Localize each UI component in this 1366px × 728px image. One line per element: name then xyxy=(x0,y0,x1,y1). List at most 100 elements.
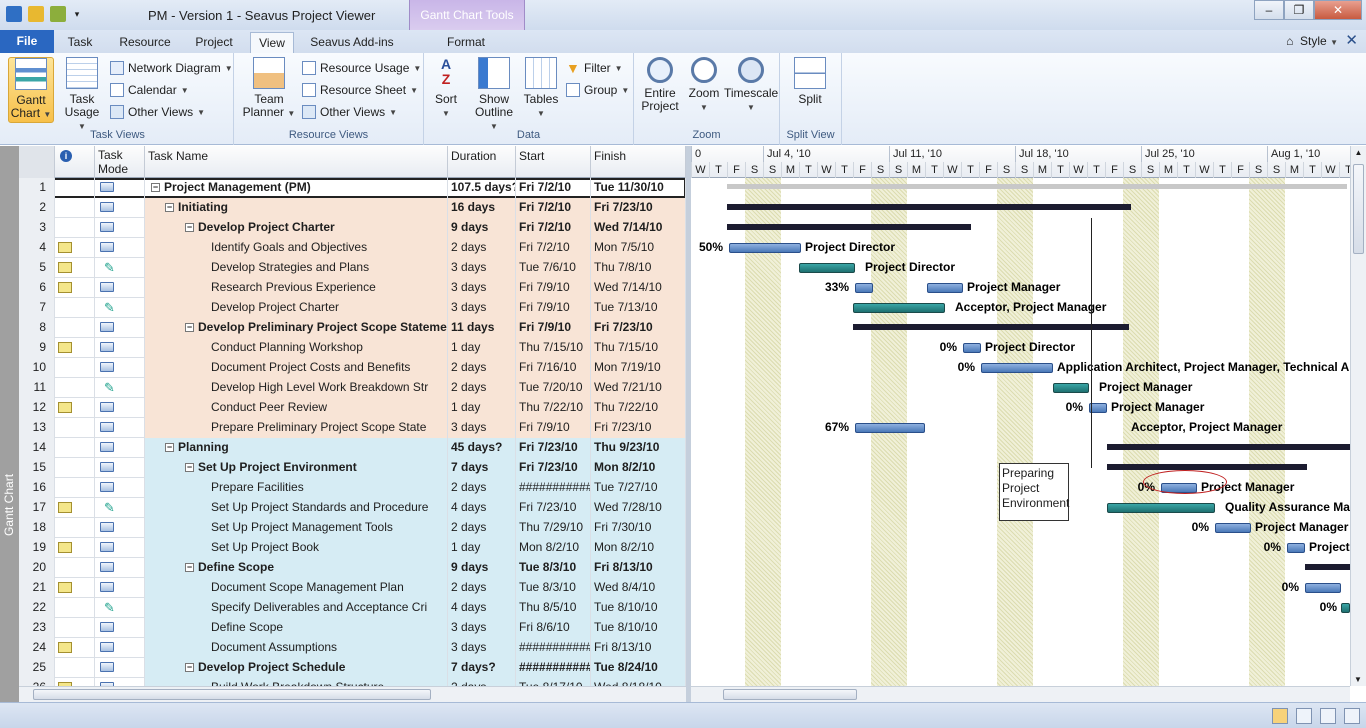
finish-cell[interactable]: Thu 7/8/10 xyxy=(591,258,686,278)
row-id[interactable]: 26 xyxy=(19,678,55,686)
task-mode-cell[interactable] xyxy=(95,458,145,478)
task-name-cell[interactable]: Document Scope Management Plan xyxy=(145,578,448,598)
duration-cell[interactable]: 4 days xyxy=(448,598,516,618)
finish-cell[interactable]: Wed 7/14/10 xyxy=(591,218,686,238)
note-icon[interactable] xyxy=(58,642,72,653)
collapse-toggle-icon[interactable]: − xyxy=(185,563,194,573)
task-usage-shortcut-icon[interactable] xyxy=(1296,708,1312,724)
summary-bar[interactable] xyxy=(1107,444,1350,450)
timescale-button[interactable]: Timescale ▼ xyxy=(724,57,778,114)
row-id[interactable]: 19 xyxy=(19,538,55,558)
gantt-scroll-thumb[interactable] xyxy=(723,689,857,700)
critical-task-bar[interactable] xyxy=(1053,383,1089,393)
task-name-cell[interactable]: − Planning xyxy=(145,438,448,458)
start-cell[interactable]: Thu 7/29/10 xyxy=(516,518,591,538)
timescale-day[interactable]: S xyxy=(1249,162,1267,178)
task-name-cell[interactable]: Identify Goals and Objectives xyxy=(145,238,448,258)
group-button[interactable]: Group ▼ xyxy=(566,81,629,99)
duration-cell[interactable]: 2 days xyxy=(448,478,516,498)
duration-cell[interactable]: 45 days? xyxy=(448,438,516,458)
task-name-cell[interactable]: − Develop Project Charter xyxy=(145,218,448,238)
timescale-day[interactable]: S xyxy=(1267,162,1285,178)
finish-cell[interactable]: Wed 8/18/10 xyxy=(591,678,686,686)
note-icon[interactable] xyxy=(58,242,72,253)
table-row[interactable]: 20− Define Scope 9 days Tue 8/3/10 Fri 8/13/… xyxy=(19,558,686,578)
start-cell[interactable]: Fri 8/6/10 xyxy=(516,618,591,638)
start-cell[interactable]: ############ xyxy=(516,638,591,658)
duration-header[interactable]: Duration xyxy=(448,146,516,178)
task-name-cell[interactable]: Set Up Project Book xyxy=(145,538,448,558)
finish-cell[interactable]: Fri 7/30/10 xyxy=(591,518,686,538)
critical-task-bar[interactable] xyxy=(799,263,855,273)
duration-cell[interactable]: 2 days xyxy=(448,358,516,378)
table-row[interactable]: 4 Identify Goals and Objectives 2 days Fri … xyxy=(19,238,686,258)
timescale-day[interactable]: W xyxy=(817,162,835,178)
finish-header[interactable]: Finish xyxy=(591,146,686,178)
duration-cell[interactable]: 3 days xyxy=(448,298,516,318)
start-cell[interactable]: Mon 8/2/10 xyxy=(516,538,591,558)
timescale-day[interactable]: W xyxy=(1069,162,1087,178)
minimize-button[interactable]: – xyxy=(1254,0,1284,20)
start-cell[interactable]: Fri 7/23/10 xyxy=(516,498,591,518)
table-row[interactable]: 16 Prepare Facilities 2 days############Tu… xyxy=(19,478,686,498)
collapse-toggle-icon[interactable]: − xyxy=(165,443,174,453)
open-icon[interactable] xyxy=(28,6,44,22)
collapse-toggle-icon[interactable]: − xyxy=(185,223,194,233)
resource-usage-button[interactable]: Resource Usage ▼ xyxy=(302,59,421,77)
table-horizontal-scrollbar[interactable] xyxy=(19,686,686,702)
task-mode-cell[interactable] xyxy=(95,278,145,298)
table-row[interactable]: 8 − Develop Preliminary Project Scope Stat… xyxy=(19,318,686,338)
task-name-cell[interactable]: Document Assumptions xyxy=(145,638,448,658)
maximize-button[interactable]: ❐ xyxy=(1284,0,1314,20)
finish-cell[interactable]: Fri 8/13/10 xyxy=(591,638,686,658)
start-cell[interactable]: Fri 7/23/10 xyxy=(516,438,591,458)
task-name-cell[interactable]: − Project Management (PM) xyxy=(145,178,448,198)
row-id[interactable]: 23 xyxy=(19,618,55,638)
timescale-day[interactable]: T xyxy=(1213,162,1231,178)
row-id[interactable]: 13 xyxy=(19,418,55,438)
timescale-day[interactable]: T xyxy=(1177,162,1195,178)
table-row[interactable]: 26 Build Work Breakdown Structure2 daysTu… xyxy=(19,678,686,686)
task-usage-button[interactable]: Task Usage ▼ xyxy=(60,57,104,133)
timescale-day[interactable]: S xyxy=(763,162,781,178)
collapse-toggle-icon[interactable]: − xyxy=(185,663,194,673)
critical-task-bar[interactable] xyxy=(1107,503,1215,513)
task-name-cell[interactable]: Define Scope xyxy=(145,618,448,638)
duration-cell[interactable]: 1 day xyxy=(448,398,516,418)
task-mode-cell[interactable]: ✎ xyxy=(95,378,145,398)
table-row[interactable]: 10 Document Project Costs and Benefits 2 d… xyxy=(19,358,686,378)
task-mode-cell[interactable]: ✎ xyxy=(95,258,145,278)
task-mode-cell[interactable] xyxy=(95,238,145,258)
row-id[interactable]: 24 xyxy=(19,638,55,658)
app-icon[interactable] xyxy=(6,6,22,22)
tab-format[interactable]: Format xyxy=(430,32,502,53)
task-name-header[interactable]: Task Name xyxy=(145,146,448,178)
task-mode-cell[interactable] xyxy=(95,478,145,498)
timescale-day[interactable]: T xyxy=(961,162,979,178)
tables-button[interactable]: Tables ▼ xyxy=(522,57,560,120)
timescale-day[interactable]: T xyxy=(1339,162,1350,178)
row-id[interactable]: 8 xyxy=(19,318,55,338)
timescale-week[interactable]: Jul 18, '10 xyxy=(1015,146,1141,162)
task-mode-cell[interactable]: ✎ xyxy=(95,298,145,318)
start-cell[interactable]: Thu 8/5/10 xyxy=(516,598,591,618)
table-row[interactable]: 19 Set Up Project Book 1 day Mon 8/2/10 Mon … xyxy=(19,538,686,558)
timescale-day[interactable]: M xyxy=(781,162,799,178)
start-cell[interactable]: ############ xyxy=(516,478,591,498)
row-id[interactable]: 22 xyxy=(19,598,55,618)
table-row[interactable]: 14− Planning 45 days? Fri 7/23/10 Thu 9/23/1… xyxy=(19,438,686,458)
timescale-day[interactable]: T xyxy=(1051,162,1069,178)
timescale-day[interactable]: W xyxy=(1321,162,1339,178)
table-row[interactable]: 15− Set Up Project Environment 7 days Fri 7… xyxy=(19,458,686,478)
customize-qat-icon[interactable]: ▾ xyxy=(72,6,82,22)
duration-cell[interactable]: 2 days xyxy=(448,678,516,686)
timescale-day[interactable]: F xyxy=(727,162,745,178)
indicators-header[interactable]: i xyxy=(55,146,95,178)
task-mode-cell[interactable] xyxy=(95,578,145,598)
timescale-day[interactable]: S xyxy=(889,162,907,178)
note-icon[interactable] xyxy=(58,262,72,273)
duration-cell[interactable]: 3 days xyxy=(448,638,516,658)
timescale-day[interactable]: M xyxy=(907,162,925,178)
task-name-cell[interactable]: Develop Project Charter xyxy=(145,298,448,318)
row-id[interactable]: 15 xyxy=(19,458,55,478)
